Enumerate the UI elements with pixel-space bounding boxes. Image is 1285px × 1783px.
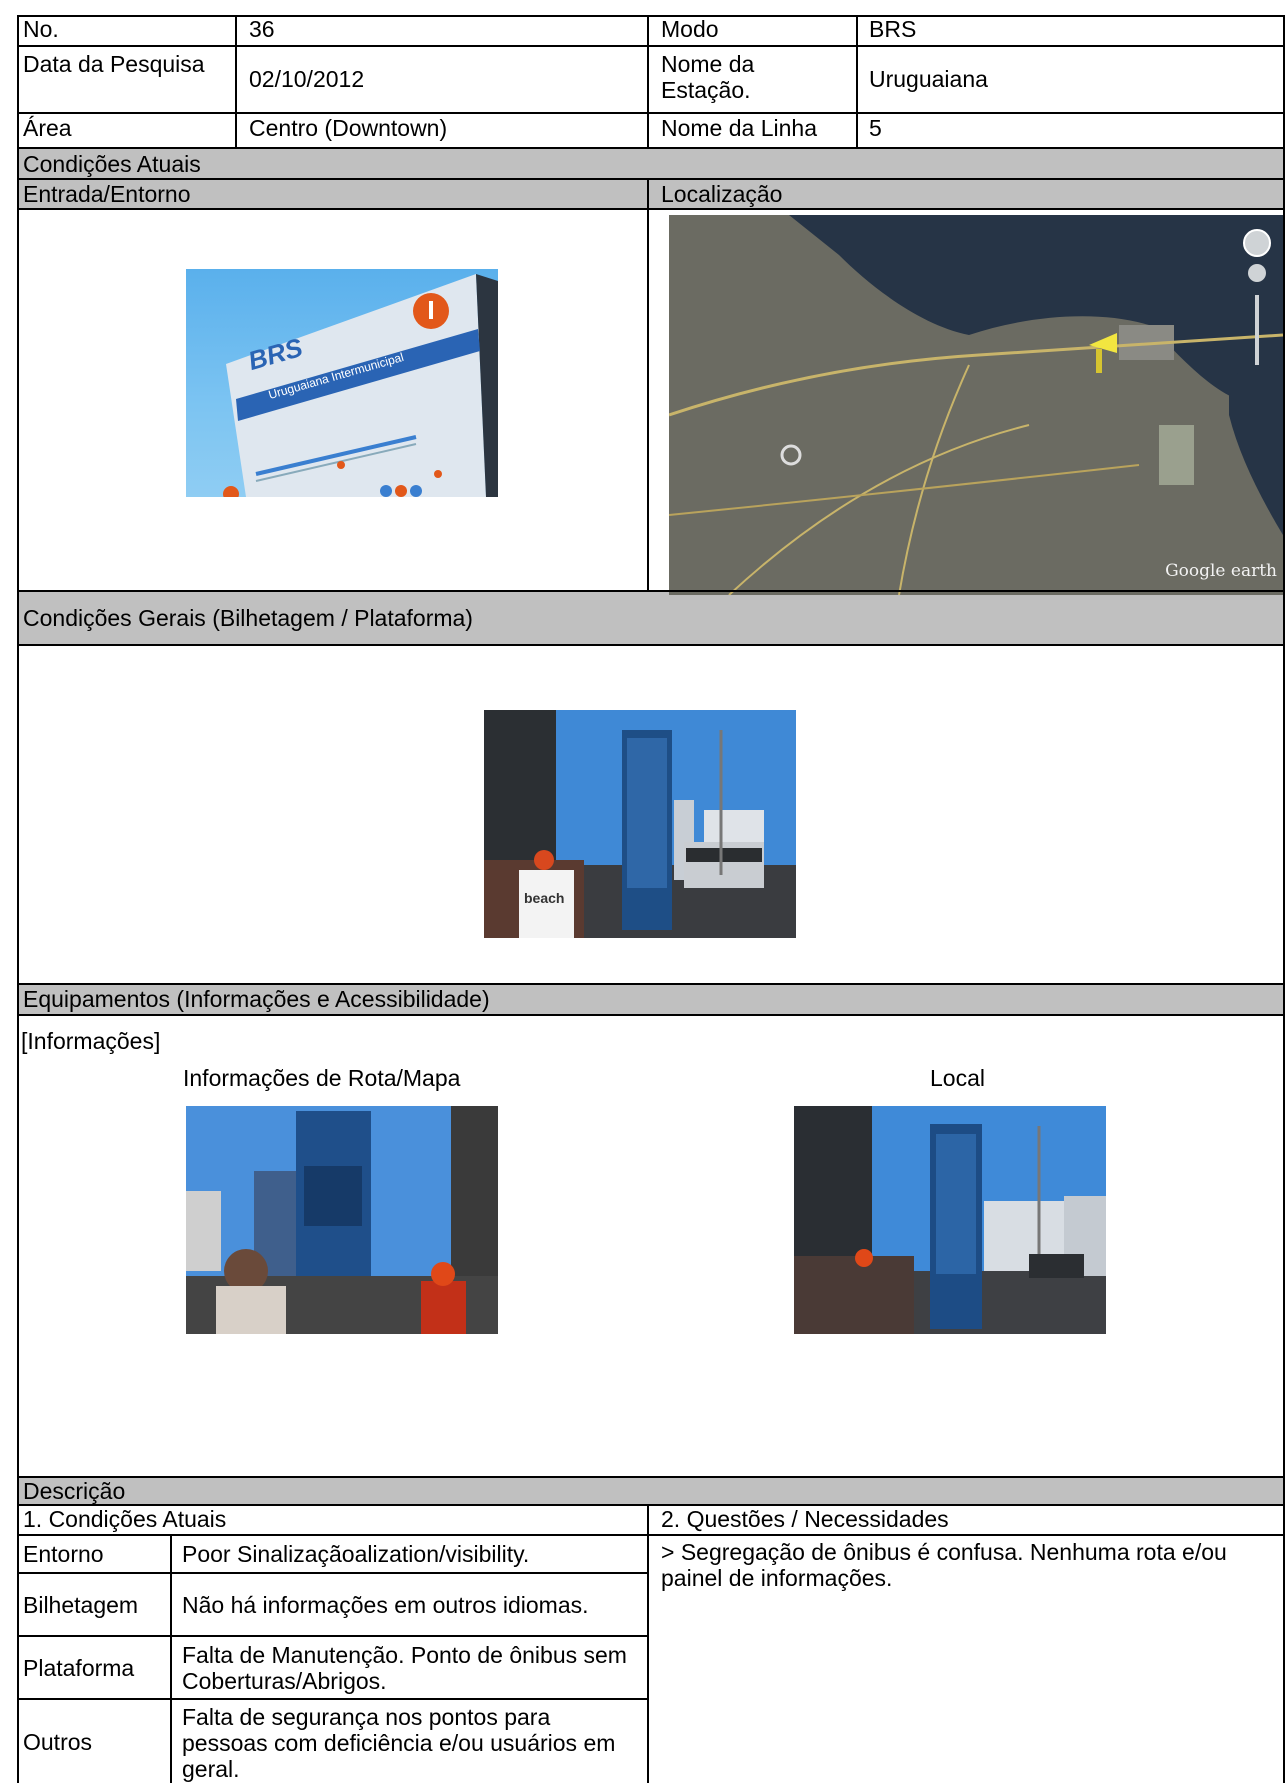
desc-col1-title: 1. Condições Atuais [23, 1506, 227, 1532]
grid-line [17, 147, 1285, 149]
grid-line [170, 1534, 172, 1783]
caption-rota-mapa: Informações de Rota/Mapa [183, 1065, 461, 1091]
grid-line [17, 1476, 1285, 1478]
heading-equipamentos: Equipamentos (Informações e Acessibilida… [23, 986, 490, 1012]
heading-entrada: Entrada/Entorno [23, 181, 191, 207]
caption-local: Local [930, 1065, 985, 1091]
data-label: Data da Pesquisa [23, 51, 205, 77]
grid-line [17, 1504, 1285, 1506]
photo-brs-sign: BRS Uruguaiana Intermunicipal [186, 269, 498, 497]
estacao-value: Uruguaiana [869, 66, 988, 92]
tshirt-text: beach [524, 890, 565, 906]
issues-text: > Segregação de ônibus é confusa. Nenhum… [661, 1539, 1227, 1591]
heading-condicoes-gerais: Condições Gerais (Bilhetagem / Plataform… [23, 605, 473, 631]
grid-line [17, 1534, 1285, 1536]
photo-condicoes-gerais: beach [484, 710, 796, 938]
heading-condicoes-atuais: Condições Atuais [23, 151, 201, 177]
grid-line [17, 15, 19, 1783]
area-value: Centro (Downtown) [249, 115, 448, 141]
grid-line [17, 1698, 647, 1700]
row-label-entorno: Entorno [23, 1541, 104, 1567]
row-label-bilhetagem: Bilhetagem [23, 1592, 139, 1618]
grid-line [17, 112, 1285, 114]
desc-col2-title: 2. Questões / Necessidades [661, 1506, 949, 1532]
heading-localizacao: Localização [661, 181, 783, 207]
row-label-plataforma: Plataforma [23, 1655, 135, 1681]
grid-line [647, 178, 649, 591]
grid-line [856, 15, 858, 148]
grid-line [647, 15, 649, 148]
no-value: 36 [249, 16, 275, 42]
grid-line [17, 45, 1285, 47]
grid-line [17, 1635, 647, 1637]
linha-label: Nome da Linha [661, 115, 817, 141]
modo-label: Modo [661, 16, 719, 42]
photo-location-map: Google earth [669, 215, 1283, 595]
data-value: 02/10/2012 [249, 66, 365, 92]
grid-line [17, 178, 1285, 180]
row-text-bilhetagem: Não há informações em outros idiomas. [182, 1592, 589, 1618]
grid-line [235, 15, 237, 148]
modo-value: BRS [869, 16, 917, 42]
row-text-plataforma: Falta de Manutenção. Ponto de ônibus sem… [182, 1642, 627, 1694]
row-label-outros: Outros [23, 1728, 93, 1755]
no-label: No. [23, 16, 59, 42]
informacoes-tag: [Informações] [21, 1028, 161, 1054]
grid-line [17, 208, 1285, 210]
estacao-label: Nome da Estação. [661, 51, 755, 103]
grid-line [17, 1572, 647, 1574]
grid-line [17, 644, 1285, 646]
grid-line [17, 983, 1285, 985]
grid-line [17, 15, 1285, 17]
row-text-outros: Falta de segurança nos pontos para pesso… [182, 1704, 616, 1782]
linha-value: 5 [869, 115, 882, 141]
photo-local [794, 1106, 1106, 1334]
grid-line [17, 1014, 1285, 1016]
grid-line [647, 1504, 649, 1783]
row-text-entorno: Poor Sinalizaçãoalization/visibility. [182, 1541, 530, 1567]
grid-line [17, 590, 1285, 592]
photo-rota-mapa [186, 1106, 498, 1334]
heading-descricao: Descrição [23, 1478, 126, 1504]
map-watermark: Google earth [1165, 561, 1277, 581]
area-label: Área [23, 115, 72, 141]
